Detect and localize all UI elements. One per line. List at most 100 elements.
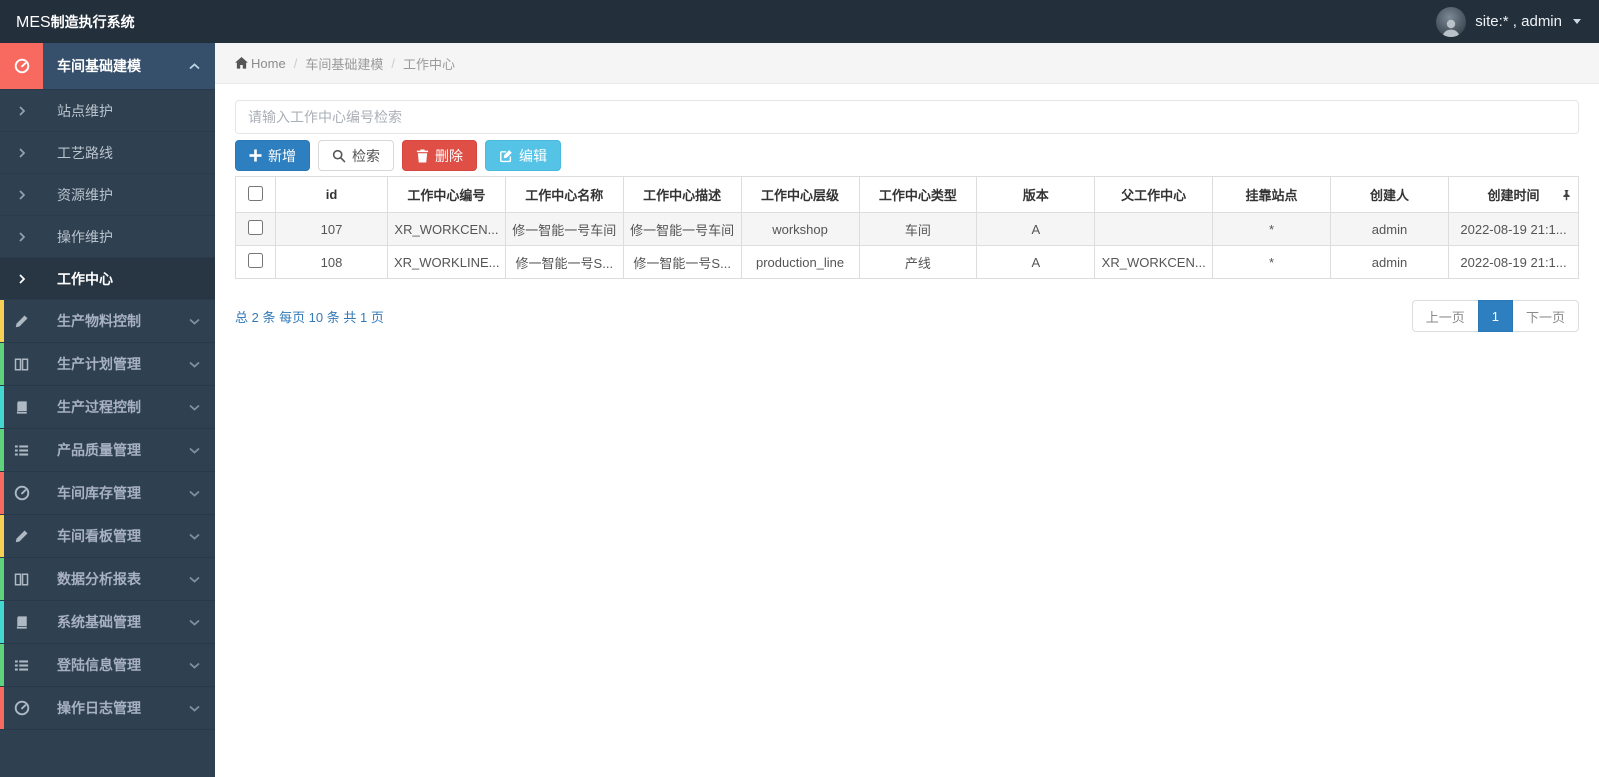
columns-icon <box>0 357 43 372</box>
chevron-right-icon <box>0 189 43 200</box>
column-header-version[interactable]: 版本 <box>976 176 1096 213</box>
sidebar-group-label: 产品质量管理 <box>57 442 141 458</box>
column-header-id[interactable]: id <box>275 176 388 213</box>
breadcrumb-home[interactable]: Home <box>235 56 286 71</box>
pagination: 总 2 条 每页 10 条 共 1 页 上一页 1 下一页 <box>235 300 1579 332</box>
column-header-description[interactable]: 工作中心描述 <box>622 176 742 213</box>
sidebar-group-inventory-management[interactable]: 车间库存管理 <box>0 472 215 515</box>
delete-button[interactable]: 删除 <box>402 140 477 171</box>
prev-page-button[interactable]: 上一页 <box>1411 300 1479 332</box>
app-logo: MES 制造执行系统 <box>16 12 135 32</box>
column-header-name[interactable]: 工作中心名称 <box>504 176 624 213</box>
sidebar-group-label: 车间看板管理 <box>57 528 141 544</box>
sidebar-group-login-info-management[interactable]: 登陆信息管理 <box>0 644 215 687</box>
sidebar-group-label: 生产物料控制 <box>57 313 141 329</box>
sidebar-item-label: 站点维护 <box>57 102 113 119</box>
sidebar-group-quality-management[interactable]: 产品质量管理 <box>0 429 215 472</box>
sidebar-item-label: 工艺路线 <box>57 144 113 161</box>
user-menu[interactable]: site:* , admin <box>1436 6 1581 37</box>
breadcrumb-home-label: Home <box>251 55 286 71</box>
column-header-station[interactable]: 挂靠站点 <box>1212 176 1331 213</box>
chevron-down-icon <box>189 404 200 411</box>
sidebar-item-process-route[interactable]: 工艺路线 <box>0 132 215 174</box>
sidebar-item-operation-maintenance[interactable]: 操作维护 <box>0 216 215 258</box>
chevron-up-icon <box>189 62 200 70</box>
add-button[interactable]: 新增 <box>235 140 310 171</box>
breadcrumb-separator: / <box>391 55 395 71</box>
sidebar-group-label: 数据分析报表 <box>57 571 141 587</box>
column-header-create-time[interactable]: 创建时间 <box>1448 176 1579 213</box>
chevron-down-icon <box>189 705 200 712</box>
row-checkbox[interactable] <box>248 253 263 268</box>
sidebar-group-system-management[interactable]: 系统基础管理 <box>0 601 215 644</box>
cell-version: A <box>976 245 1096 279</box>
work-center-search-input[interactable] <box>235 100 1579 134</box>
cell-version: A <box>976 212 1096 246</box>
column-header-parent[interactable]: 父工作中心 <box>1094 176 1214 213</box>
column-header-type[interactable]: 工作中心类型 <box>858 176 978 213</box>
sidebar-group-material-control[interactable]: 生产物料控制 <box>0 300 215 343</box>
next-page-button[interactable]: 下一页 <box>1511 300 1579 332</box>
top-navbar: MES 制造执行系统 site:* , admin <box>0 0 1599 43</box>
cell-type: 车间 <box>858 212 978 246</box>
home-icon <box>235 57 248 69</box>
dashboard-icon <box>0 43 43 89</box>
user-label: site:* , admin <box>1475 13 1562 30</box>
sidebar-item-label: 工作中心 <box>57 270 113 287</box>
table-row[interactable]: 107 XR_WORKCEN... 修一智能一号车间 修一智能一号车间 work… <box>235 212 1579 246</box>
cell-name: 修一智能一号S... <box>504 245 624 279</box>
chevron-down-icon <box>189 662 200 669</box>
cell-level: workshop <box>740 212 860 246</box>
sidebar-group-label: 操作日志管理 <box>57 700 141 716</box>
pin-icon[interactable] <box>1562 189 1571 200</box>
sidebar-group-data-analysis-report[interactable]: 数据分析报表 <box>0 558 215 601</box>
column-header-code[interactable]: 工作中心编号 <box>387 176 506 213</box>
edit-button[interactable]: 编辑 <box>485 140 561 171</box>
plus-icon <box>249 149 262 162</box>
sidebar-item-label: 操作维护 <box>57 228 113 245</box>
sidebar-group-plan-management[interactable]: 生产计划管理 <box>0 343 215 386</box>
delete-button-label: 删除 <box>435 147 463 164</box>
sidebar-group-label: 车间库存管理 <box>57 485 141 501</box>
cell-create-time: 2022-08-19 21:1... <box>1448 245 1579 279</box>
chevron-down-icon <box>189 447 200 454</box>
book-icon <box>0 615 43 630</box>
pagination-summary: 总 2 条 每页 10 条 共 1 页 <box>235 309 384 325</box>
column-header-creator[interactable]: 创建人 <box>1330 176 1449 213</box>
app-logo-rest: 制造执行系统 <box>50 13 135 30</box>
cell-code: XR_WORKCEN... <box>387 212 506 246</box>
column-header-level[interactable]: 工作中心层级 <box>740 176 860 213</box>
toolbar: 新增 检索 删除 编辑 <box>235 140 1579 171</box>
current-page-button[interactable]: 1 <box>1477 300 1513 332</box>
sidebar-group-operation-log-management[interactable]: 操作日志管理 <box>0 687 215 730</box>
chevron-right-icon <box>0 231 43 242</box>
cell-description: 修一智能一号S... <box>622 245 742 279</box>
breadcrumb-item-workshop-modeling[interactable]: 车间基础建模 <box>305 54 383 73</box>
search-button[interactable]: 检索 <box>318 140 394 171</box>
sidebar-group-workshop-modeling[interactable]: 车间基础建模 <box>0 43 215 90</box>
user-avatar <box>1436 6 1467 37</box>
breadcrumb: Home / 车间基础建模 / 工作中心 <box>215 43 1599 84</box>
sidebar-group-kanban-management[interactable]: 车间看板管理 <box>0 515 215 558</box>
sidebar-submenu: 站点维护 工艺路线 资源维护 操作维护 工作中心 <box>0 90 215 300</box>
sidebar-item-resource-maintenance[interactable]: 资源维护 <box>0 174 215 216</box>
table-header-row: id 工作中心编号 工作中心名称 工作中心描述 工作中心层级 工作中心类型 版本… <box>235 176 1579 213</box>
select-all-checkbox[interactable] <box>248 185 263 201</box>
chevron-down-icon <box>189 318 200 325</box>
chevron-down-icon <box>189 576 200 583</box>
dashboard-icon <box>0 485 43 501</box>
sidebar-group-process-control[interactable]: 生产过程控制 <box>0 386 215 429</box>
sidebar-group-label: 生产计划管理 <box>57 356 141 372</box>
row-select-cell <box>235 212 276 246</box>
cell-station: * <box>1212 212 1331 246</box>
cell-creator: admin <box>1330 245 1449 279</box>
chevron-right-icon <box>0 273 43 284</box>
edit-button-label: 编辑 <box>519 147 547 164</box>
sidebar-item-work-center[interactable]: 工作中心 <box>0 258 215 300</box>
caret-down-icon <box>1573 19 1581 24</box>
cell-level: production_line <box>740 245 860 279</box>
table-row[interactable]: 108 XR_WORKLINE... 修一智能一号S... 修一智能一号S...… <box>235 245 1579 279</box>
sidebar-item-station-maintenance[interactable]: 站点维护 <box>0 90 215 132</box>
row-checkbox[interactable] <box>248 220 263 235</box>
sidebar: 车间基础建模 站点维护 工艺路线 资源维护 操作维护 工作中心 生产物料控制 生… <box>0 43 215 777</box>
